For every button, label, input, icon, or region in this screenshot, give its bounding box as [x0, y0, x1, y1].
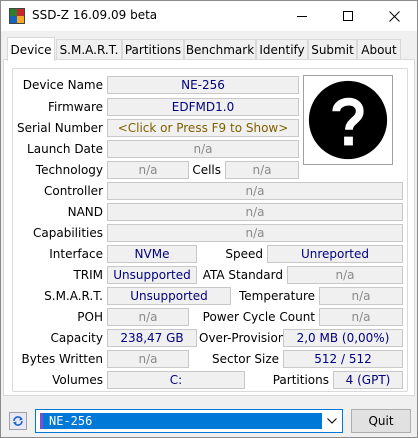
drive-select[interactable]: NE-256	[35, 409, 343, 433]
minimize-icon	[297, 15, 307, 17]
tab-submit[interactable]: Submit	[308, 39, 357, 60]
capabilities-value: n/a	[107, 224, 403, 242]
interface-label: Interface	[49, 247, 103, 261]
poh-value: n/a	[107, 308, 189, 326]
device-name-label: Device Name	[22, 78, 103, 92]
launch-date-label: Launch Date	[27, 142, 103, 156]
tab-identify[interactable]: Identify	[256, 39, 308, 60]
refresh-button[interactable]	[9, 412, 27, 430]
interface-value: NVMe	[107, 245, 197, 263]
volumes-value: C:	[107, 371, 245, 389]
tab-smart[interactable]: S.M.A.R.T.	[56, 39, 122, 60]
serial-number-value[interactable]: <Click or Press F9 to Show>	[107, 119, 299, 137]
trim-label: TRIM	[73, 268, 103, 282]
power-cycle-count-label: Power Cycle Count	[202, 310, 315, 324]
technology-value: n/a	[107, 161, 189, 179]
launch-date-value: n/a	[107, 140, 299, 158]
firmware-value: EDFMD1.0	[107, 98, 299, 116]
nand-label: NAND	[67, 205, 103, 219]
smart-value: Unsupported	[107, 287, 231, 305]
firmware-label: Firmware	[48, 100, 103, 114]
status-bar: NE-256 Quit	[1, 403, 417, 437]
volumes-label: Volumes	[52, 373, 103, 387]
controller-label: Controller	[43, 184, 103, 198]
tab-benchmark[interactable]: Benchmark	[184, 39, 256, 60]
device-image	[303, 75, 393, 165]
ata-standard-value: n/a	[287, 266, 403, 284]
nand-value: n/a	[107, 203, 403, 221]
speed-value: Unreported	[267, 245, 403, 263]
window-title: SSD-Z 16.09.09 beta	[32, 8, 158, 22]
maximize-button[interactable]	[325, 1, 371, 31]
tab-partitions[interactable]: Partitions	[122, 39, 184, 60]
sector-size-value: 512 / 512	[283, 350, 403, 368]
capacity-label: Capacity	[50, 331, 103, 345]
app-window: SSD-Z 16.09.09 beta Device S.M.A.R.T. Pa…	[0, 0, 418, 438]
temperature-value: n/a	[319, 287, 403, 305]
partitions-label: Partitions	[272, 373, 329, 387]
close-icon	[388, 10, 400, 22]
speed-label: Speed	[225, 247, 263, 261]
bytes-written-label: Bytes Written	[21, 352, 103, 366]
smart-label: S.M.A.R.T.	[44, 289, 103, 303]
poh-label: POH	[77, 310, 103, 324]
controller-value: n/a	[107, 182, 403, 200]
technology-label: Technology	[35, 163, 103, 177]
tab-bar: Device S.M.A.R.T. Partitions Benchmark I…	[3, 37, 415, 61]
partitions-value: 4 (GPT)	[333, 371, 403, 389]
tab-device[interactable]: Device	[7, 37, 55, 61]
cells-value: n/a	[225, 161, 299, 179]
drive-select-value: NE-256	[40, 413, 322, 429]
app-icon	[9, 8, 25, 24]
over-provision-value: 2,0 MB (0,00%)	[283, 329, 403, 347]
question-mark-icon	[308, 80, 388, 160]
tab-about[interactable]: About	[357, 39, 401, 60]
device-name-value: NE-256	[107, 76, 299, 94]
quit-button[interactable]: Quit	[351, 409, 411, 433]
maximize-icon	[343, 11, 353, 21]
ata-standard-label: ATA Standard	[202, 268, 283, 282]
bytes-written-value: n/a	[107, 350, 189, 368]
trim-value: Unsupported	[107, 266, 197, 284]
capabilities-label: Capabilities	[33, 226, 103, 240]
minimize-button[interactable]	[279, 1, 325, 31]
title-bar[interactable]: SSD-Z 16.09.09 beta	[1, 1, 417, 31]
temperature-label: Temperature	[238, 289, 315, 303]
over-provision-label: Over-Provision	[199, 331, 286, 345]
cells-label: Cells	[192, 163, 221, 177]
close-button[interactable]	[371, 1, 417, 31]
capacity-value: 238,47 GB	[107, 329, 197, 347]
sector-size-label: Sector Size	[211, 352, 279, 366]
refresh-icon	[13, 416, 23, 426]
serial-number-label: Serial Number	[17, 121, 103, 135]
power-cycle-count-value: n/a	[319, 308, 403, 326]
chevron-down-icon[interactable]	[324, 413, 340, 429]
